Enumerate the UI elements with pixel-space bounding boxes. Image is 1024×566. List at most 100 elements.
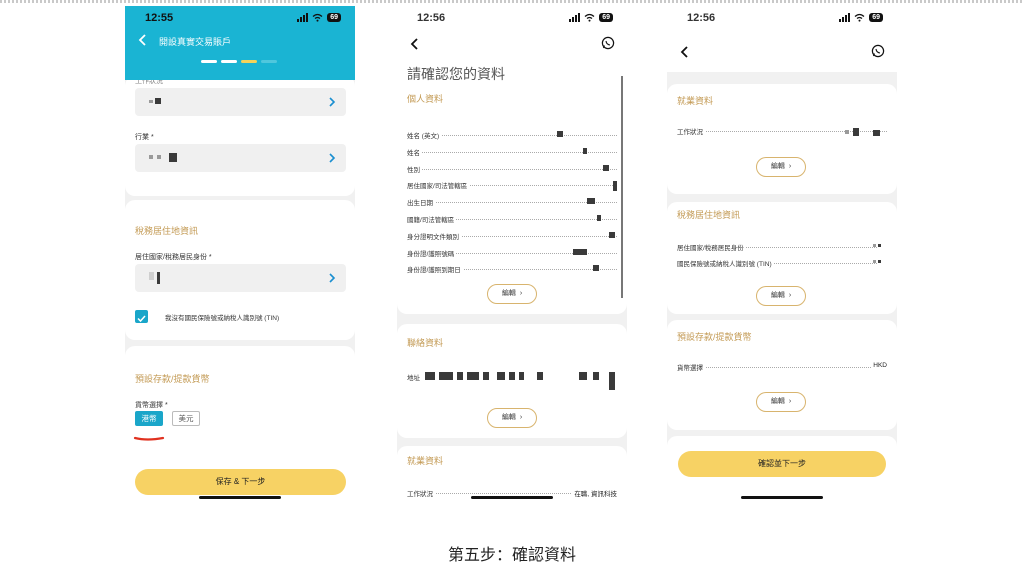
redacted-value [149,272,154,280]
personal-info-label: 居住國家/司法管轄區 [407,180,470,191]
redacted-value [149,155,153,159]
scrollbar[interactable] [621,76,623,298]
app-header: 12:55 69 開設真實交易賬戶 [125,6,355,80]
employment-section-title: 就業資料 [407,456,444,466]
home-indicator [199,496,281,499]
checkmark-icon [137,315,146,323]
top-dotted-divider [0,0,1024,3]
redacted-value [439,372,453,380]
personal-info-label: 身份證/護照到期日 [407,264,463,275]
occupation-select[interactable] [135,88,346,116]
redacted-value [573,248,587,255]
personal-info-label: 出生日期 [407,197,435,208]
wifi-icon [312,13,323,22]
tax-info-label: 居住國家/稅務居民身份 [677,242,746,252]
industry-select[interactable] [135,144,346,172]
chevron-right-icon [329,153,336,163]
back-arrow-icon[interactable] [680,46,690,58]
personal-info-row: 姓名 (英文) [407,130,617,140]
address-label: 地址 [407,375,420,382]
personal-info-label: 身分證明文件類別 [407,230,461,241]
contact-edit-button[interactable]: 編輯 › [487,408,537,428]
signal-icon [569,13,581,22]
header-title: 開設真實交易賬戶 [159,38,232,48]
personal-info-row: 居住國家/司法管轄區 [407,180,617,192]
personal-info-label: 身份證/護照號碼 [407,247,457,258]
back-arrow-icon[interactable] [410,38,420,50]
redacted-value [157,155,161,159]
chevron-right-icon [329,97,336,107]
status-bar: 12:55 69 [125,6,355,32]
whatsapp-icon[interactable] [871,44,885,58]
redacted-value [169,153,177,162]
status-bar: 12:56 69 [667,6,897,32]
contact-section-title: 聯絡資料 [407,338,444,348]
personal-info-row: 身分證明文件類別 [407,230,617,241]
currency-row: 貨幣選擇 HKD [677,362,887,372]
personal-section-title: 個人資料 [407,94,444,104]
redacted-value [609,372,615,390]
tax-section-title: 稅務居住地資訊 [677,210,741,220]
personal-info-label: 國籍/司法管轄區 [407,214,457,224]
redacted-value [587,198,595,205]
currency-edit-button[interactable]: 編輯 › [756,392,806,412]
page-title: 請確認您的資料 [407,67,505,83]
redacted-value [603,164,609,171]
currency-value: HKD [871,362,887,369]
signal-icon [839,13,851,22]
employment-info-card: 就業資料 工作狀況 編輯 › [667,84,897,194]
currency-option-usd[interactable]: 美元 [172,411,200,426]
chevron-right-icon: › [788,398,792,405]
battery-icon: 69 [599,13,613,22]
footer-card: 確認並下一步 [667,436,897,504]
status-time: 12:55 [145,12,174,24]
personal-info-row: 身份證/護照到期日 [407,264,617,275]
battery-icon: 69 [869,13,883,22]
redacted-value [537,372,543,380]
redacted-value [873,130,880,136]
home-indicator [741,496,823,499]
redacted-value [149,100,153,103]
whatsapp-icon[interactable] [601,36,615,50]
redacted-value [425,372,435,380]
industry-label: 行業 * [135,134,154,141]
redacted-value [157,272,160,284]
wifi-icon [854,13,865,22]
status-bar: 12:56 69 [397,6,627,32]
red-underline-annotation [133,436,165,441]
phone-screen-confirm-info-bottom: 12:56 69 就業資料 工作狀況 編輯 › 稅務居住地資訊 居住國家/稅務居民… [667,6,897,504]
currency-card: 預設存款/提款貨幣 貨幣選擇 HKD 編輯 › [667,320,897,430]
redacted-value [593,265,599,272]
tin-checkbox[interactable] [135,310,148,323]
redacted-value [457,372,463,380]
redacted-value [557,131,563,137]
wifi-icon [584,13,595,22]
residence-select[interactable] [135,264,346,292]
confirm-next-button[interactable]: 確認並下一步 [678,451,886,477]
currency-card: 預設存款/提款貨幣 貨幣選擇 * 港幣 美元 保存 & 下一步 [125,346,355,504]
tax-residency-card: 稅務居住地資訊 居住國家/稅務居民身份國民保險號或納稅人識別號 (TIN) 編輯… [667,202,897,314]
personal-info-card: 個人資料 姓名 (英文) 姓名 性別 居住國家/司法管轄區 出生日期 國籍/司法管轄區 身分… [397,86,627,314]
redacted-value [583,147,587,154]
progress-indicator [201,60,277,63]
employment-edit-button[interactable]: 編輯 › [756,157,806,177]
personal-info-row: 國籍/司法管轄區 [407,214,617,224]
occupation-card: 工作狀況 行業 * [125,76,355,196]
redacted-value [579,372,587,380]
personal-info-row: 姓名 [407,146,617,157]
personal-edit-button[interactable]: 編輯 › [487,284,537,304]
tax-edit-button[interactable]: 編輯 › [756,286,806,306]
contact-info-card: 聯絡資料 地址 編輯 › [397,324,627,438]
tax-info-row: 國民保險號或納稅人識別號 (TIN) [677,258,877,268]
save-next-button[interactable]: 保存 & 下一步 [135,469,346,495]
redacted-value [853,128,859,136]
redacted-value [613,181,617,192]
redacted-value [597,215,601,221]
redacted-value [519,372,524,380]
back-arrow-icon[interactable] [138,34,148,46]
redacted-value [155,98,161,104]
employment-status-value: 在職, 資訊科技 [572,488,617,498]
currency-section-title: 預設存款/提款貨幣 [677,332,752,342]
redacted-value [467,372,479,380]
currency-option-hkd[interactable]: 港幣 [135,411,163,426]
